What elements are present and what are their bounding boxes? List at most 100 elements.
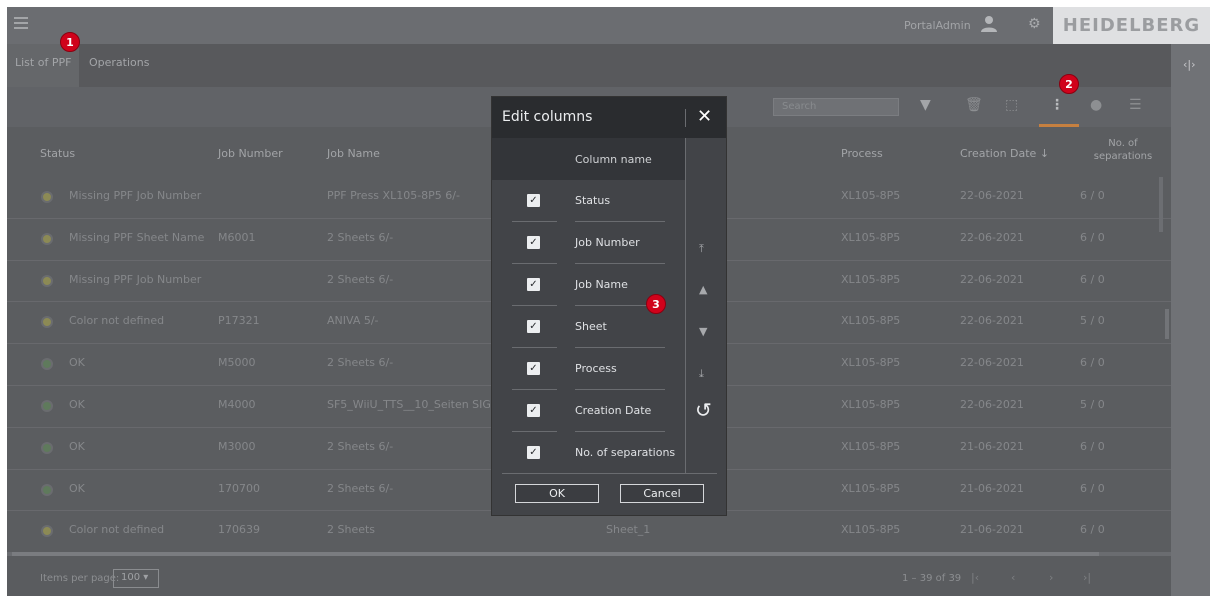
checkbox-checked-icon[interactable]: ✓ bbox=[527, 320, 540, 333]
checkbox-checked-icon[interactable]: ✓ bbox=[527, 362, 540, 375]
cell-separations: 6 / 0 bbox=[1080, 439, 1105, 453]
column-item-creation-date[interactable]: ✓ Creation Date bbox=[492, 390, 686, 432]
cell-date: 22-06-2021 bbox=[960, 189, 1024, 202]
cell-separations: 6 / 0 bbox=[1080, 272, 1105, 286]
column-item-separations[interactable]: ✓ No. of separations bbox=[492, 432, 686, 474]
last-page-icon[interactable]: ›| bbox=[1083, 571, 1091, 584]
next-page-icon[interactable]: › bbox=[1049, 571, 1053, 584]
cell-job-number: P17321 bbox=[218, 314, 260, 328]
close-icon[interactable]: ✕ bbox=[697, 106, 712, 127]
column-header-creation-date[interactable]: Creation Date ↓ bbox=[960, 147, 1049, 160]
divider bbox=[502, 473, 717, 474]
table-row[interactable]: Color not defined 170639 2 Sheets Sheet_1 XL… bbox=[7, 511, 1171, 554]
settings-sliders-icon[interactable]: ☰ bbox=[1129, 97, 1142, 113]
column-item-process[interactable]: ✓ Process bbox=[492, 348, 686, 390]
move-to-bottom-icon[interactable]: ⤓ bbox=[699, 367, 704, 381]
reset-icon[interactable]: ↺ bbox=[695, 398, 712, 422]
callout-marker: 1 bbox=[60, 32, 80, 52]
cell-job-number: 170639 bbox=[218, 523, 260, 537]
cell-process: XL105-8P5 bbox=[841, 189, 901, 202]
status-dot-icon bbox=[41, 316, 53, 329]
user-name[interactable]: PortalAdmin bbox=[904, 19, 971, 32]
cell-status: Missing PPF Job Number bbox=[69, 272, 202, 286]
cell-separations: 6 / 0 bbox=[1080, 189, 1105, 202]
column-item-label: Creation Date bbox=[575, 404, 652, 417]
cell-process: XL105-8P5 bbox=[841, 272, 901, 286]
column-header-separations[interactable]: No. of separations bbox=[1092, 137, 1154, 163]
checkbox-checked-icon[interactable]: ✓ bbox=[527, 194, 540, 207]
cell-status: OK bbox=[69, 481, 85, 495]
vertical-scrollbar[interactable] bbox=[1159, 177, 1163, 232]
column-header-status[interactable]: Status bbox=[40, 147, 75, 160]
panel-toggle-icon[interactable]: ‹|› bbox=[1183, 58, 1196, 71]
cell-date: 22-06-2021 bbox=[960, 230, 1024, 244]
cell-separations: 5 / 0 bbox=[1080, 314, 1105, 328]
checkbox-checked-icon[interactable]: ✓ bbox=[527, 278, 540, 291]
help-icon[interactable]: ● bbox=[1090, 97, 1102, 113]
select-icon[interactable]: ⬚ bbox=[1005, 97, 1018, 113]
first-page-icon[interactable]: |‹ bbox=[971, 571, 979, 584]
cell-date: 22-06-2021 bbox=[960, 272, 1024, 286]
callout-marker: 3 bbox=[646, 294, 666, 314]
cell-status: Missing PPF Job Number bbox=[69, 189, 202, 202]
column-item-status[interactable]: ✓ Status bbox=[492, 180, 686, 222]
cell-job-name: 2 Sheets 6/- bbox=[327, 272, 394, 286]
cell-process: XL105-8P5 bbox=[841, 397, 901, 411]
edit-columns-dialog: Edit columns ✕ Column name ✓ Status ✓ Job … bbox=[491, 96, 727, 516]
status-dot-icon bbox=[41, 483, 53, 496]
pagination-range: 1 – 39 of 39 bbox=[902, 573, 962, 584]
hamburger-menu-icon[interactable] bbox=[14, 17, 28, 31]
column-header-job-number[interactable]: Job Number bbox=[218, 147, 283, 160]
cell-job-number: M6001 bbox=[218, 230, 256, 244]
tab-operations[interactable]: Operations bbox=[89, 56, 149, 69]
cell-job-name: 2 Sheets 6/- bbox=[327, 230, 394, 244]
cell-separations: 6 / 0 bbox=[1080, 356, 1105, 370]
column-item-label: Process bbox=[575, 362, 617, 375]
cell-job-number: M4000 bbox=[218, 397, 256, 411]
cell-date: 21-06-2021 bbox=[960, 523, 1024, 537]
cell-sheet: Sheet_1 bbox=[606, 523, 651, 537]
column-header-process[interactable]: Process bbox=[841, 147, 883, 160]
ok-button[interactable]: OK bbox=[515, 484, 599, 503]
column-item-job-number[interactable]: ✓ Job Number bbox=[492, 222, 686, 264]
cell-date: 21-06-2021 bbox=[960, 439, 1024, 453]
gear-icon[interactable]: ⚙ bbox=[1028, 16, 1041, 32]
status-dot-icon bbox=[41, 191, 53, 203]
move-to-top-icon[interactable]: ⤒ bbox=[699, 242, 704, 256]
edit-columns-icon[interactable]: ⋮ bbox=[1050, 97, 1064, 113]
delete-icon[interactable]: 🗑 bbox=[965, 97, 983, 113]
cell-job-name: 2 Sheets 6/- bbox=[327, 481, 394, 495]
user-icon[interactable] bbox=[980, 15, 998, 33]
column-item-label: Job Name bbox=[575, 278, 628, 291]
cell-job-number: M3000 bbox=[218, 439, 256, 453]
cell-job-name: 2 Sheets 6/- bbox=[327, 439, 394, 453]
filter-icon[interactable]: ▼ bbox=[920, 97, 931, 113]
cell-process: XL105-8P5 bbox=[841, 523, 901, 537]
checkbox-checked-icon[interactable]: ✓ bbox=[527, 236, 540, 249]
move-down-icon[interactable]: ▼ bbox=[699, 325, 707, 338]
cell-job-name: ANIVA 5/- bbox=[327, 314, 379, 328]
cell-process: XL105-8P5 bbox=[841, 314, 901, 328]
cancel-button[interactable]: Cancel bbox=[620, 484, 704, 503]
checkbox-checked-icon[interactable]: ✓ bbox=[527, 404, 540, 417]
cell-date: 21-06-2021 bbox=[960, 481, 1024, 495]
cell-status: Color not defined bbox=[69, 314, 165, 328]
status-dot-icon bbox=[41, 399, 53, 412]
callout-marker: 2 bbox=[1059, 74, 1079, 94]
cell-date: 22-06-2021 bbox=[960, 397, 1024, 411]
move-up-icon[interactable]: ▲ bbox=[699, 283, 707, 296]
column-header-job-name[interactable]: Job Name bbox=[327, 147, 380, 160]
search-input[interactable]: Search bbox=[773, 98, 899, 116]
tab-bar: List of PPF Operations bbox=[7, 44, 1171, 87]
cell-status: Color not defined bbox=[69, 523, 165, 537]
dropdown-arrow-icon: ▾ bbox=[143, 572, 149, 583]
cell-process: XL105-8P5 bbox=[841, 481, 901, 495]
cell-job-number: 170700 bbox=[218, 481, 260, 495]
resize-handle[interactable] bbox=[1165, 309, 1169, 339]
cell-process: XL105-8P5 bbox=[841, 356, 901, 370]
checkbox-checked-icon[interactable]: ✓ bbox=[527, 446, 540, 459]
column-item-label: Sheet bbox=[575, 320, 607, 333]
column-item-label: Job Number bbox=[575, 236, 640, 249]
prev-page-icon[interactable]: ‹ bbox=[1011, 571, 1015, 584]
items-per-page-select[interactable]: 100 ▾ bbox=[113, 569, 159, 588]
